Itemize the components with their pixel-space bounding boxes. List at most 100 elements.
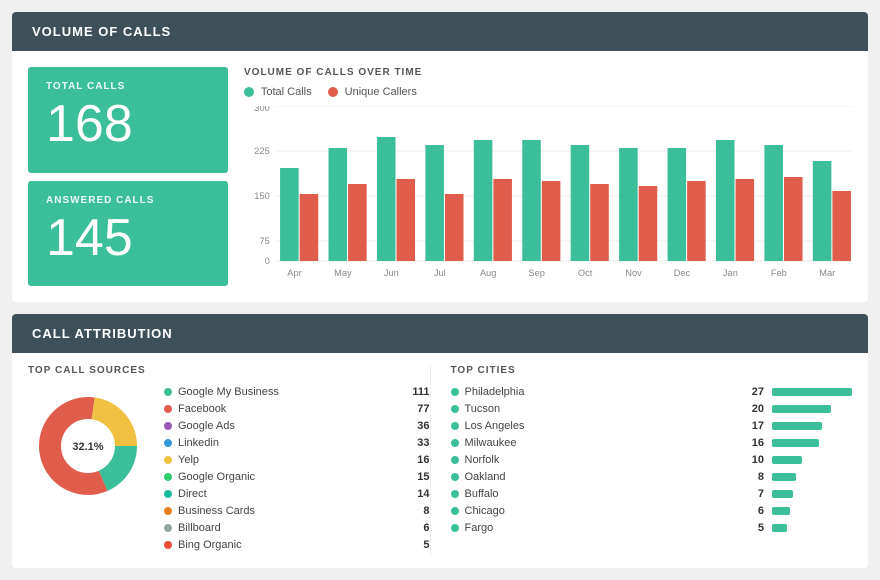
- svg-text:150: 150: [254, 191, 269, 201]
- city-item: Tucson 20: [451, 403, 853, 415]
- bar-jul-total: [425, 145, 444, 261]
- bar-aug-unique: [493, 179, 512, 261]
- source-count: 5: [405, 539, 430, 551]
- volume-section: VOLUME OF CALLS TOTAL CALLS 168 ANSWERED…: [12, 12, 868, 302]
- city-count: 27: [739, 386, 764, 398]
- sources-content: 32.1% Google My Business 111 Facebook 77…: [28, 386, 430, 556]
- city-dot: [451, 473, 459, 481]
- source-name: Direct: [178, 488, 401, 500]
- city-count: 20: [739, 403, 764, 415]
- city-count: 16: [739, 437, 764, 449]
- source-dot: [164, 473, 172, 481]
- total-calls-label: TOTAL CALLS: [46, 81, 210, 92]
- sources-title: TOP CALL SOURCES: [28, 365, 430, 376]
- attribution-section: CALL ATTRIBUTION TOP CALL SOURCES: [12, 314, 868, 568]
- volume-body: TOTAL CALLS 168 ANSWERED CALLS 145 VOLUM…: [12, 51, 868, 302]
- total-calls-card: TOTAL CALLS 168: [28, 67, 228, 173]
- city-dot: [451, 524, 459, 532]
- city-bar: [772, 439, 819, 447]
- bar-aug-total: [474, 140, 493, 261]
- city-name: Tucson: [465, 403, 740, 415]
- city-item: Norfolk 10: [451, 454, 853, 466]
- chart-svg: 300 225 150 75 0 Apr: [244, 106, 852, 286]
- city-bar-wrap: [772, 507, 852, 515]
- answered-calls-card: ANSWERED CALLS 145: [28, 181, 228, 287]
- source-count: 33: [405, 437, 430, 449]
- attribution-header: CALL ATTRIBUTION: [12, 314, 868, 353]
- bar-dec-total: [668, 148, 687, 261]
- legend-unique-dot: [328, 87, 338, 97]
- source-item: Linkedin 33: [164, 437, 430, 449]
- source-item: Google My Business 111: [164, 386, 430, 398]
- svg-text:Jun: Jun: [384, 268, 399, 278]
- source-count: 77: [405, 403, 430, 415]
- bar-nov-unique: [639, 186, 658, 261]
- donut-svg: 32.1%: [28, 386, 148, 506]
- svg-text:Feb: Feb: [771, 268, 787, 278]
- city-name: Chicago: [465, 505, 740, 517]
- svg-text:225: 225: [254, 146, 269, 156]
- attribution-body: TOP CALL SOURCES: [12, 353, 868, 568]
- city-bar-wrap: [772, 388, 852, 396]
- svg-text:0: 0: [265, 256, 270, 266]
- source-name: Bing Organic: [178, 539, 401, 551]
- bar-jan-total: [716, 140, 735, 261]
- city-count: 7: [739, 488, 764, 500]
- city-bar-wrap: [772, 473, 852, 481]
- city-name: Buffalo: [465, 488, 740, 500]
- volume-chart-area: VOLUME OF CALLS OVER TIME Total Calls Un…: [244, 67, 852, 286]
- top-cities: TOP CITIES Philadelphia 27 Tucson 20 Los…: [430, 365, 853, 556]
- city-item: Buffalo 7: [451, 488, 853, 500]
- source-item: Direct 14: [164, 488, 430, 500]
- city-name: Oakland: [465, 471, 740, 483]
- stat-cards: TOTAL CALLS 168 ANSWERED CALLS 145: [28, 67, 228, 286]
- chart-legend: Total Calls Unique Callers: [244, 86, 852, 98]
- source-item: Facebook 77: [164, 403, 430, 415]
- bar-sep-total: [522, 140, 541, 261]
- donut-pct: 32.1%: [72, 441, 103, 453]
- source-count: 15: [405, 471, 430, 483]
- city-dot: [451, 490, 459, 498]
- city-dot: [451, 405, 459, 413]
- bar-apr-total: [280, 168, 299, 261]
- city-count: 6: [739, 505, 764, 517]
- bar-feb-total: [764, 145, 783, 261]
- source-dot: [164, 439, 172, 447]
- svg-text:Sep: Sep: [528, 268, 544, 278]
- source-item: Business Cards 8: [164, 505, 430, 517]
- city-dot: [451, 388, 459, 396]
- answered-calls-label: ANSWERED CALLS: [46, 195, 210, 206]
- source-dot: [164, 422, 172, 430]
- city-item: Chicago 6: [451, 505, 853, 517]
- legend-total-dot: [244, 87, 254, 97]
- bar-may-unique: [348, 184, 367, 261]
- source-count: 16: [405, 454, 430, 466]
- legend-unique: Unique Callers: [328, 86, 417, 98]
- svg-text:Jan: Jan: [723, 268, 738, 278]
- source-item: Bing Organic 5: [164, 539, 430, 551]
- city-bar: [772, 524, 787, 532]
- sources-list: Google My Business 111 Facebook 77 Googl…: [164, 386, 430, 556]
- city-bar-wrap: [772, 490, 852, 498]
- source-name: Facebook: [178, 403, 401, 415]
- city-name: Fargo: [465, 522, 740, 534]
- city-bar-wrap: [772, 524, 852, 532]
- top-sources: TOP CALL SOURCES: [28, 365, 430, 556]
- svg-text:Mar: Mar: [819, 268, 835, 278]
- source-item: Yelp 16: [164, 454, 430, 466]
- bar-mar-unique: [832, 191, 851, 261]
- city-name: Los Angeles: [465, 420, 740, 432]
- source-name: Google My Business: [178, 386, 401, 398]
- city-name: Norfolk: [465, 454, 740, 466]
- source-item: Google Ads 36: [164, 420, 430, 432]
- bar-oct-total: [571, 145, 590, 261]
- source-count: 6: [405, 522, 430, 534]
- source-name: Google Ads: [178, 420, 401, 432]
- bar-mar-total: [813, 161, 832, 261]
- source-dot: [164, 405, 172, 413]
- city-bar: [772, 405, 831, 413]
- city-name: Philadelphia: [465, 386, 740, 398]
- source-name: Google Organic: [178, 471, 401, 483]
- bar-nov-total: [619, 148, 638, 261]
- source-count: 14: [405, 488, 430, 500]
